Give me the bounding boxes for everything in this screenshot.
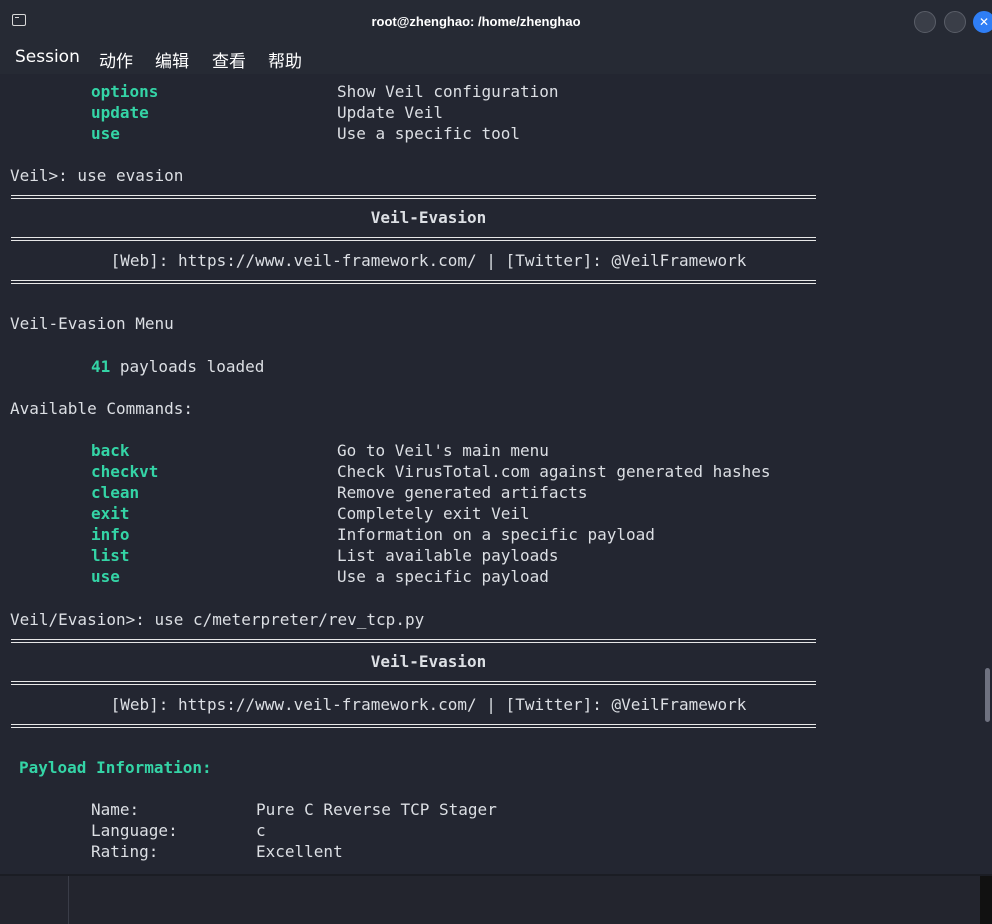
banner-rule [11,681,816,685]
background-divider [68,876,69,924]
command-description: Check VirusTotal.com against generated h… [337,462,771,481]
menu-actions[interactable]: 动作 [99,47,133,72]
banner-links: [Web]: https://www.veil-framework.com/ |… [110,695,747,714]
command-name: use [91,124,120,143]
banner-title: Veil-Evasion [370,652,487,671]
command-name: info [91,525,130,544]
banner-rule [11,280,816,284]
command-name: clean [91,483,140,502]
command-description: Update Veil [337,103,443,122]
payloads-loaded: 41 payloads loaded [91,357,264,377]
command-description: Show Veil configuration [337,82,559,101]
command-description: Information on a specific payload [337,525,655,544]
banner-title: Veil-Evasion [370,208,487,227]
prompt-line: Veil>: use evasion [10,166,184,185]
menu-title: Veil-Evasion Menu [10,314,174,333]
scrollbar-thumb[interactable] [985,668,990,722]
command-description: Use a specific tool [337,124,521,143]
payloads-count: 41 [91,357,111,376]
command-name: use [91,567,120,586]
command-name: back [91,441,130,460]
close-icon: ✕ [979,15,990,29]
command-description: Go to Veil's main menu [337,441,549,460]
command-name: checkvt [91,462,159,481]
menu-session[interactable]: Session [15,47,80,67]
available-commands-label: Available Commands: [10,399,194,418]
menu-edit[interactable]: 编辑 [155,47,189,72]
terminal-window: root@zhenghao: /home/zhenghao ✕ Session … [0,0,992,874]
command-description: List available payloads [337,546,559,565]
command-name: exit [91,504,130,523]
info-label: Name: [91,800,140,819]
terminal-output[interactable]: options Show Veil configuration update U… [0,74,980,874]
banner-rule [11,724,816,728]
desktop-background [0,876,992,924]
command-description: Use a specific payload [337,567,549,586]
title-bar[interactable]: root@zhenghao: /home/zhenghao ✕ [0,0,992,44]
command-description: Completely exit Veil [337,504,530,523]
banner-links: [Web]: https://www.veil-framework.com/ |… [110,251,747,270]
payloads-text: payloads loaded [110,357,265,376]
command-name: options [91,82,159,101]
menu-view[interactable]: 查看 [212,47,246,72]
close-button[interactable]: ✕ [973,11,992,33]
maximize-button[interactable] [944,11,966,33]
command-description: Remove generated artifacts [337,483,588,502]
command-name: update [91,103,149,122]
info-label: Language: [91,821,178,840]
banner-rule [11,639,816,643]
info-value: Pure C Reverse TCP Stager [256,800,497,819]
menu-help[interactable]: 帮助 [268,47,302,72]
banner-rule [11,195,816,199]
minimize-button[interactable] [914,11,936,33]
window-title: root@zhenghao: /home/zhenghao [371,14,581,29]
info-value: Excellent [256,842,343,861]
info-value: c [256,821,266,840]
info-label: Rating: [91,842,159,861]
payload-info-title: Payload Information: [19,758,212,777]
banner-rule [11,237,816,241]
prompt-line: Veil/Evasion>: use c/meterpreter/rev_tcp… [10,610,425,629]
menu-bar: Session 动作 编辑 查看 帮助 [0,44,992,74]
background-edge [980,876,992,924]
command-name: list [91,546,130,565]
